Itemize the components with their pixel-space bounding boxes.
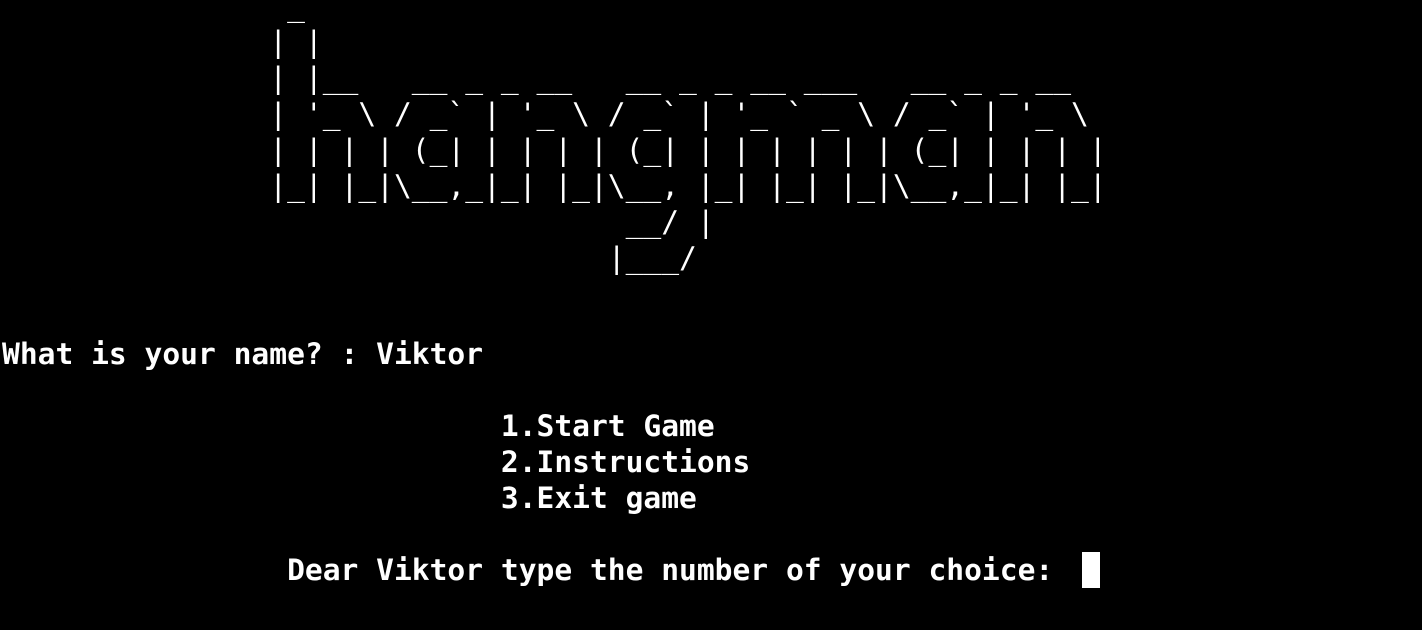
hangman-banner-line: | |__ __ _ _ __ __ _ _ __ ___ __ _ _ __ <box>2 61 1072 95</box>
hangman-banner-line: __/ | <box>2 205 715 239</box>
choice-prompt: Dear Viktor type the number of your choi… <box>2 553 1072 587</box>
menu-item-exit-game: 3.Exit game <box>2 481 697 515</box>
hangman-banner-line: | '_ \ / _` | '_ \ / _` | '_ ` _ \ / _` … <box>2 97 1089 131</box>
menu-item-instructions: 2.Instructions <box>2 445 751 479</box>
hangman-banner-line: | | <box>2 25 323 59</box>
name-prompt: What is your name? : Viktor <box>2 337 484 371</box>
terminal-window[interactable]: _ | | | |__ __ _ _ __ __ _ _ __ ___ __ _… <box>0 0 1422 630</box>
menu-item-start-game: 1.Start Game <box>2 409 715 443</box>
hangman-banner-line: |___/ <box>2 241 697 275</box>
hangman-banner-line: |_| |_|\__,_|_| |_|\__, |_| |_| |_|\__,_… <box>2 169 1107 203</box>
text-cursor[interactable] <box>1082 552 1100 588</box>
hangman-banner-line: | | | | (_| | | | | (_| | | | | | | (_| … <box>2 133 1107 167</box>
hangman-banner-line: _ <box>2 0 305 23</box>
